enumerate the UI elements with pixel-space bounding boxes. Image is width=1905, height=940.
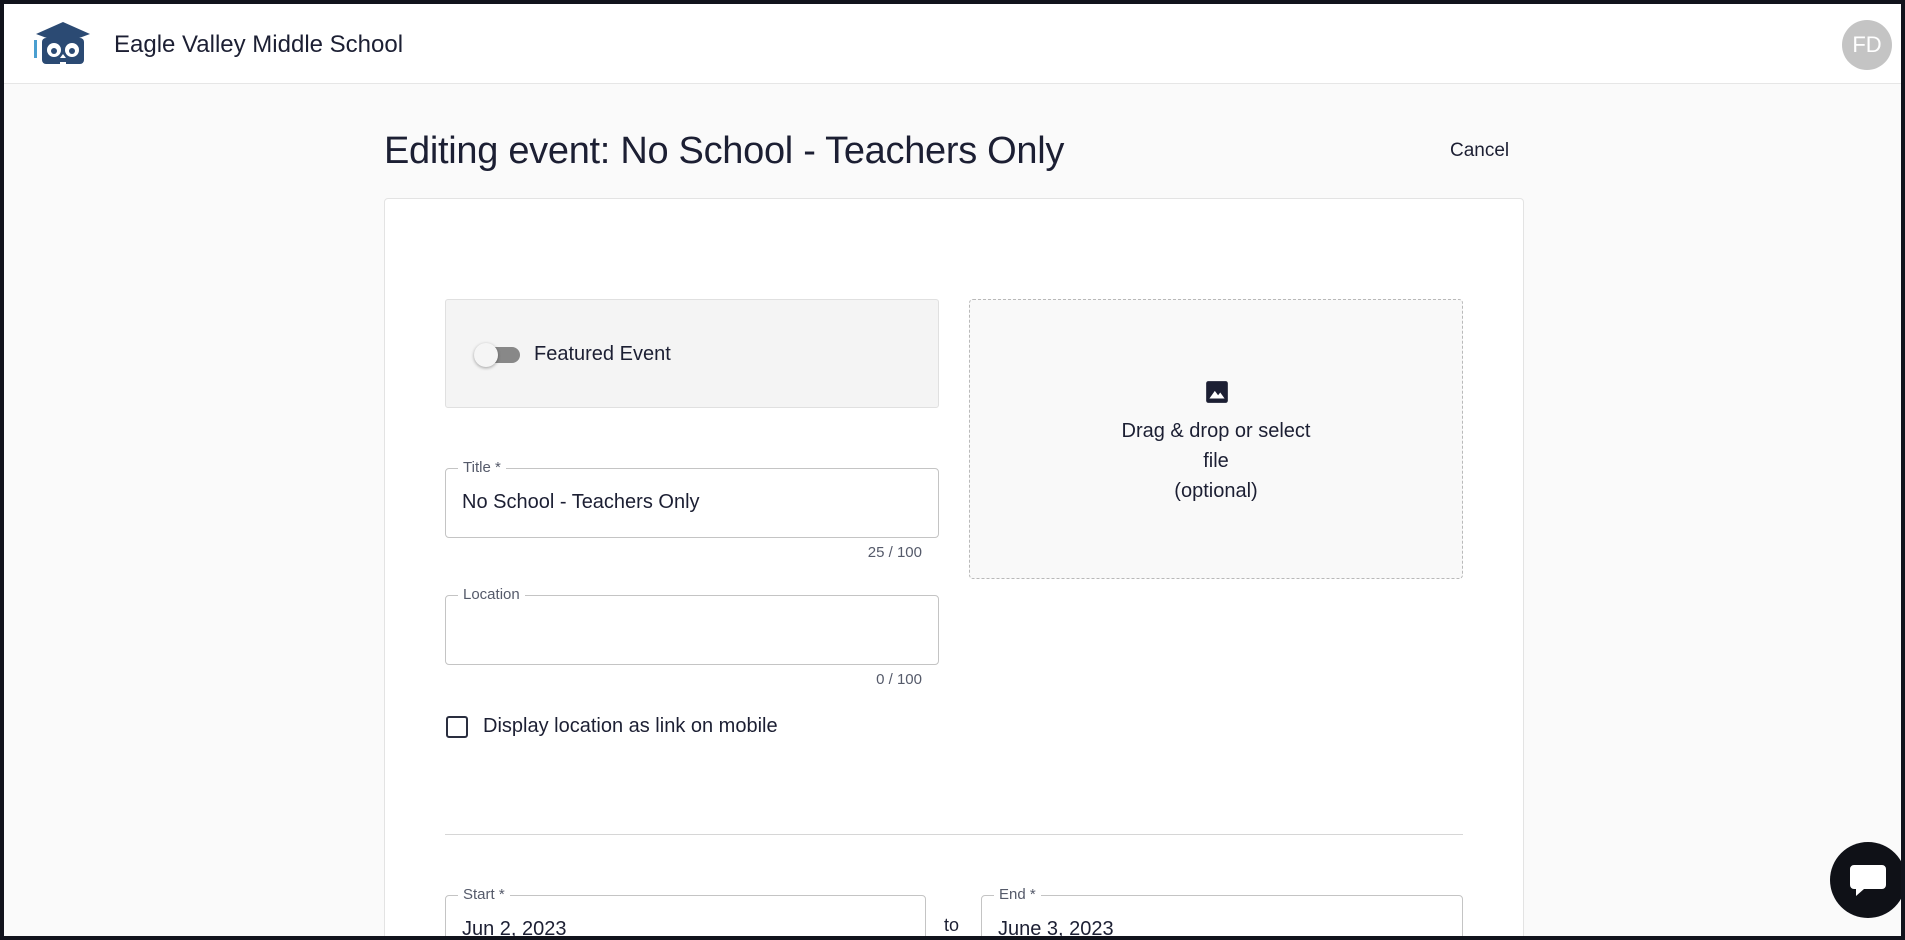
chat-bubble-icon [1850, 865, 1886, 896]
location-link-checkbox[interactable] [446, 716, 468, 738]
toggle-thumb [474, 343, 498, 367]
chat-button[interactable] [1830, 842, 1905, 918]
upload-text-line2: file [1203, 450, 1229, 472]
location-char-counter: 0 / 100 [876, 671, 922, 688]
upload-text-line1: Drag & drop or select [1121, 420, 1311, 442]
user-avatar[interactable]: FD [1842, 20, 1892, 70]
end-date-field: End * [981, 886, 1463, 940]
start-date-field: Start * [445, 886, 926, 940]
featured-event-toggle[interactable] [474, 343, 520, 367]
section-divider [445, 834, 1463, 835]
start-date-label: Start * [458, 886, 510, 903]
cancel-button[interactable]: Cancel [1440, 136, 1519, 166]
date-range-separator: to [944, 915, 960, 935]
end-date-label: End * [994, 886, 1041, 903]
title-input[interactable] [462, 491, 922, 514]
title-field: Title * [445, 459, 939, 538]
upload-text-line3: (optional) [1174, 480, 1258, 502]
page-title: Editing event: No School - Teachers Only [384, 130, 1065, 172]
location-link-label: Display location as link on mobile [483, 715, 778, 737]
end-date-input[interactable] [998, 918, 1458, 940]
start-date-input[interactable] [462, 918, 922, 940]
school-name: Eagle Valley Middle School [114, 31, 404, 58]
location-field-label: Location [458, 586, 525, 603]
location-input[interactable] [462, 618, 922, 641]
upload-instructions: Drag & drop or select file (optional) [1104, 416, 1328, 506]
location-field: Location [445, 586, 939, 665]
image-icon [1206, 381, 1228, 403]
school-logo-icon[interactable] [32, 20, 94, 68]
top-bar: Eagle Valley Middle School FD [0, 0, 1905, 84]
title-field-label: Title * [458, 459, 506, 476]
featured-event-label: Featured Event [534, 343, 671, 365]
title-char-counter: 25 / 100 [867, 544, 922, 561]
